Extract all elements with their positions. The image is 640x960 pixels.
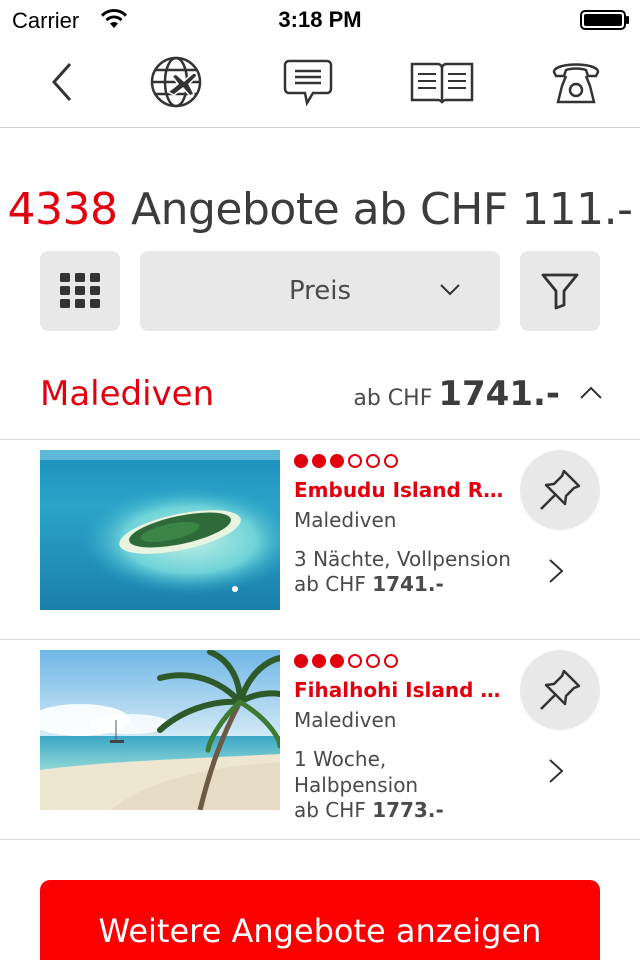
battery-icon (580, 10, 629, 30)
palm-beach-image (40, 650, 280, 810)
chevron-right-icon[interactable] (548, 758, 564, 784)
rating-dot-empty (366, 654, 380, 668)
nav-bar (0, 40, 640, 128)
results-count: 4338 (7, 184, 118, 235)
results-text: Angebote ab CHF 111.- (117, 184, 633, 235)
rating-dot-filled (330, 454, 344, 468)
filter-button[interactable] (520, 251, 600, 331)
rating-dot-filled (294, 654, 308, 668)
offer-photo (40, 650, 280, 810)
pin-button[interactable] (520, 450, 600, 530)
telephone-icon (552, 63, 600, 104)
offer-region: Malediven (294, 508, 397, 532)
call-button[interactable] (548, 54, 604, 110)
rating-dot-empty (348, 454, 362, 468)
sort-value: Preis (288, 276, 352, 306)
grid-view-button[interactable] (40, 251, 120, 331)
status-time: 3:18 PM (278, 7, 362, 32)
offer-photo (40, 450, 280, 610)
destination-section-header[interactable]: Malediven ab CHF 1741.- (0, 360, 640, 440)
chevron-up-icon[interactable] (580, 386, 602, 400)
filter-icon (541, 273, 579, 310)
offer-details: 3 Nächte, Vollpension (294, 547, 511, 571)
offer-price-prefix: ab CHF (294, 572, 373, 596)
grid-icon (60, 273, 100, 308)
destinations-button[interactable] (146, 54, 206, 110)
section-price-prefix: ab CHF (353, 386, 433, 411)
offer-title[interactable]: Embudu Island Resort (294, 478, 504, 502)
rating-dots (294, 654, 514, 670)
chevron-right-icon[interactable] (548, 558, 564, 584)
pin-button[interactable] (520, 650, 600, 730)
messages-button[interactable] (282, 54, 334, 110)
offer-price: ab CHF 1741.- (294, 572, 514, 596)
offer-price-amount: 1741.- (372, 572, 444, 596)
rating-dot-filled (312, 454, 326, 468)
more-offers-button[interactable]: Weitere Angebote anzeigen (40, 880, 600, 960)
offer-details: 1 Woche, Halbpension (294, 747, 419, 797)
offer-info: Fihalhohi Island Resort Malediven 1 Woch… (294, 654, 514, 822)
more-offers-label: Weitere Angebote anzeigen (98, 912, 542, 950)
offer-info: Embudu Island Resort Malediven 3 Nächte,… (294, 454, 514, 596)
rating-dot-empty (384, 454, 398, 468)
results-headline: 4338 Angebote ab CHF 111.- (0, 184, 640, 235)
rating-dot-empty (348, 654, 362, 668)
rating-dot-empty (366, 454, 380, 468)
chevron-down-icon (440, 284, 460, 296)
globe-plane-icon (150, 56, 202, 108)
section-price-amount: 1741.- (438, 374, 560, 414)
back-button[interactable] (40, 54, 84, 110)
offer-region: Malediven (294, 708, 397, 732)
catalogue-button[interactable] (408, 54, 476, 110)
offer-price-prefix: ab CHF (294, 798, 373, 822)
rating-dot-filled (312, 654, 326, 668)
section-price: ab CHF 1741.- (353, 374, 560, 414)
island-aerial-image (40, 450, 280, 610)
offer-price-amount: 1773.- (372, 798, 444, 822)
offer-row[interactable]: Fihalhohi Island Resort Malediven 1 Woch… (0, 640, 640, 840)
results-toolbar: Preis (40, 251, 600, 331)
chevron-left-icon (51, 63, 72, 101)
offer-row[interactable]: Embudu Island Resort Malediven 3 Nächte,… (0, 440, 640, 640)
sort-dropdown[interactable]: Preis (140, 251, 500, 331)
rating-dot-empty (384, 654, 398, 668)
offer-price: ab CHF 1773.- (294, 798, 514, 822)
rating-dot-filled (294, 454, 308, 468)
open-book-icon (410, 62, 474, 104)
pushpin-icon (540, 669, 581, 710)
rating-dots (294, 454, 514, 470)
rating-dot-filled (330, 654, 344, 668)
pushpin-icon (540, 469, 581, 510)
status-bar: Carrier 3:18 PM (0, 0, 640, 40)
chat-bubble-icon (283, 59, 333, 107)
offer-title[interactable]: Fihalhohi Island Resort (294, 678, 504, 702)
section-title: Malediven (40, 374, 215, 414)
